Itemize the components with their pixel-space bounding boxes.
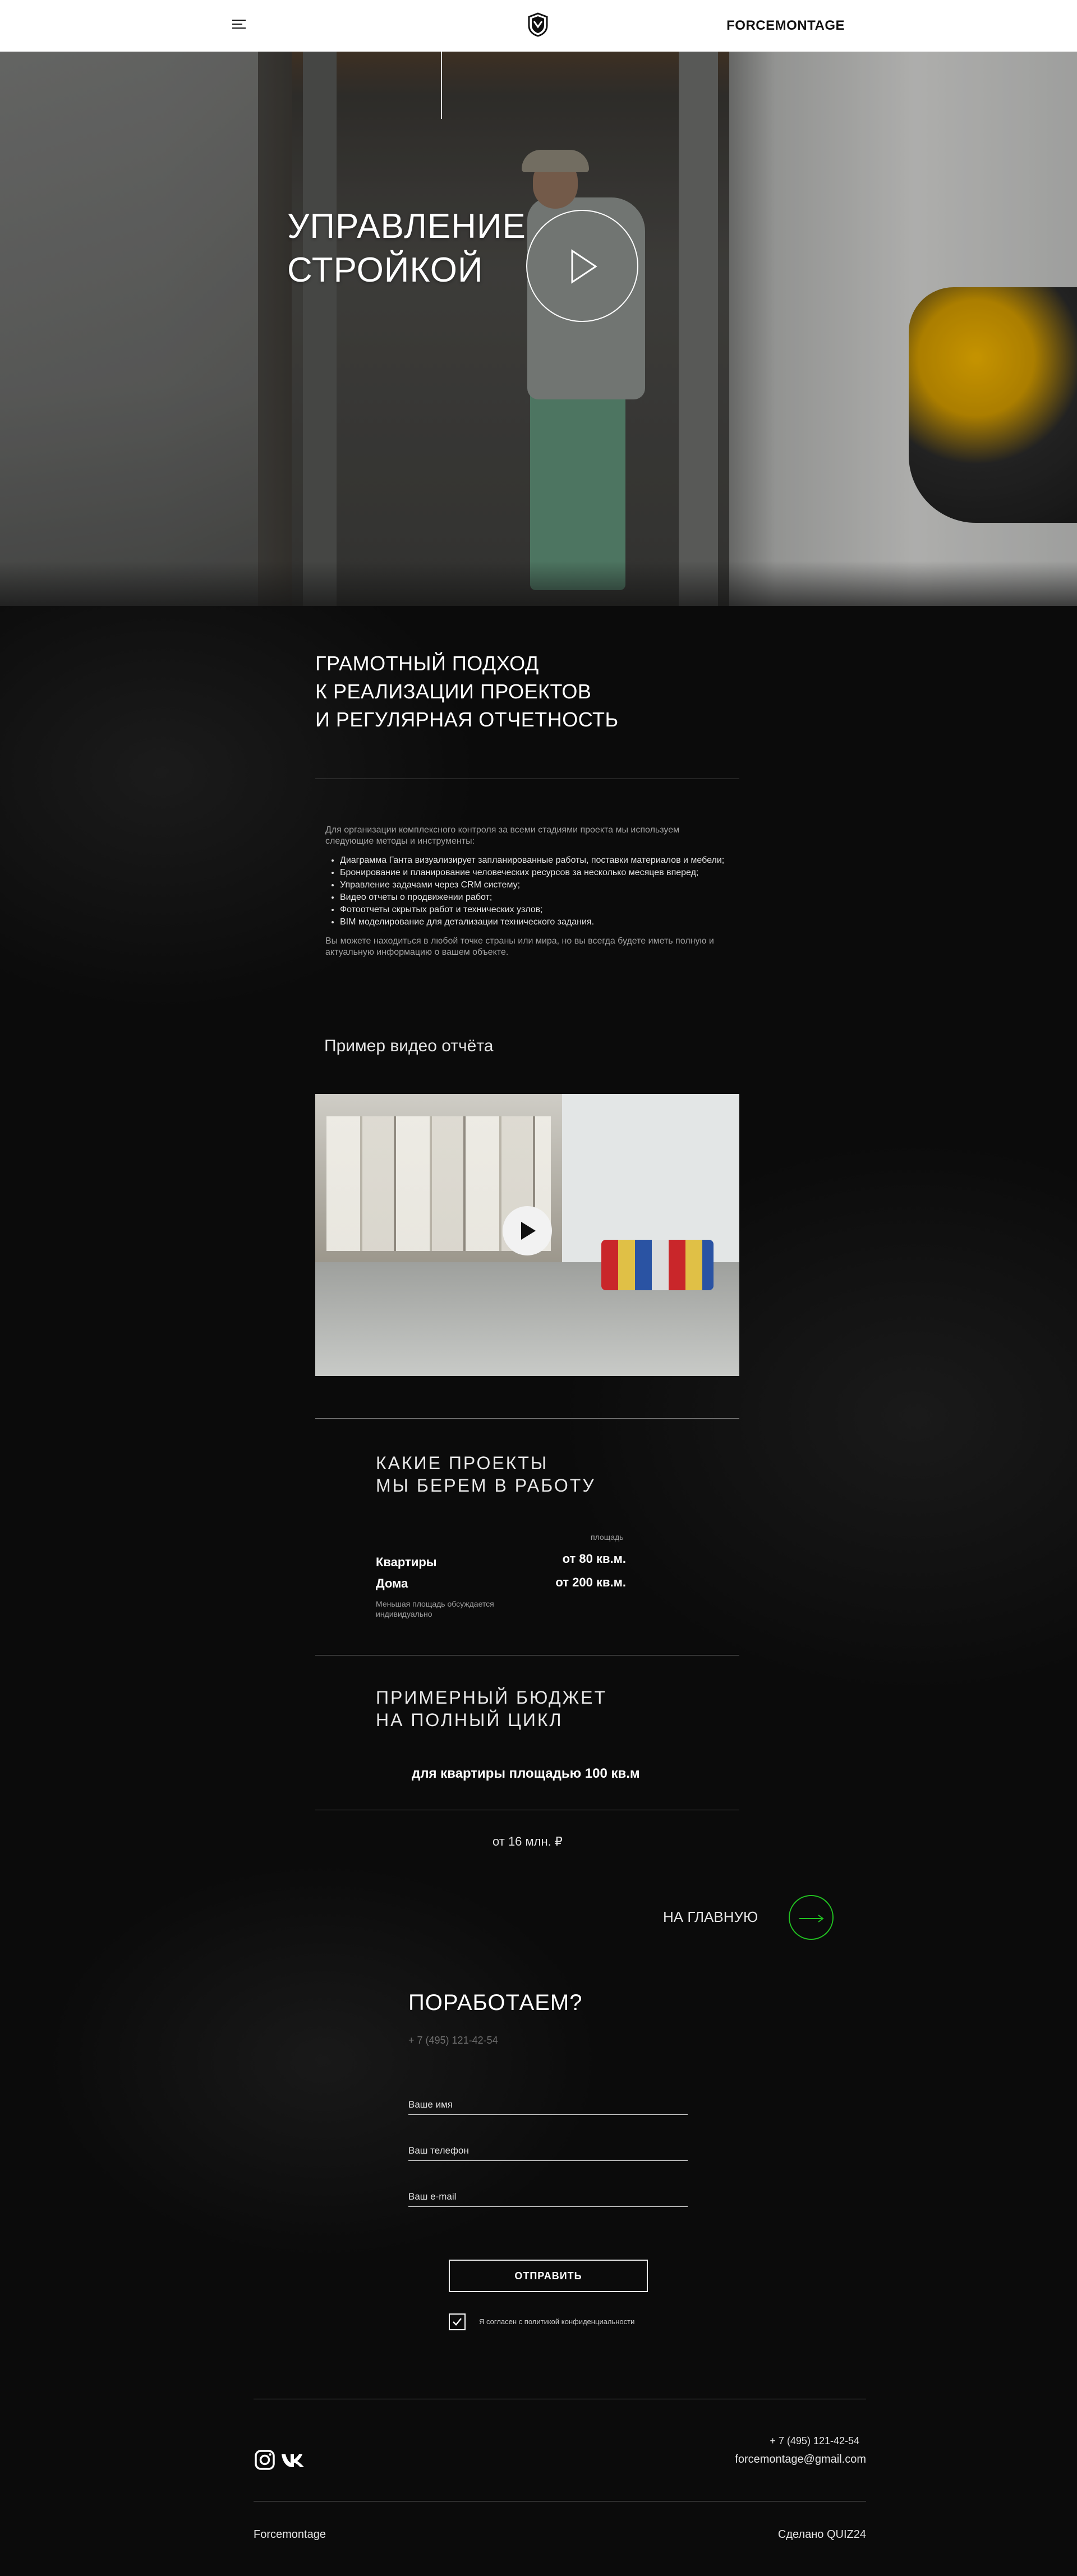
contact-form-title: ПОРАБОТАЕМ? bbox=[408, 1990, 583, 2015]
approach-intro: Для организации комплексного контроля за… bbox=[325, 825, 680, 846]
hero-title: УПРАВЛЕНИЕ СТРОЙКОЙ bbox=[287, 205, 526, 292]
budget-title-line2: НА ПОЛНЫЙ ЦИКЛ bbox=[376, 1710, 563, 1730]
phone-field-wrap bbox=[408, 2134, 688, 2161]
site-header: FORCEMONTAGE bbox=[0, 0, 1077, 52]
instagram-icon[interactable] bbox=[254, 2449, 276, 2471]
projects-title-line2: МЫ БЕРЕМ В РАБОТУ bbox=[376, 1475, 596, 1496]
approach-list: Диаграмма Ганта визуализирует запланиров… bbox=[340, 855, 729, 928]
approach-title: ГРАМОТНЫЙ ПОДХОД К РЕАЛИЗАЦИИ ПРОЕКТОВ И… bbox=[315, 650, 619, 734]
approach-title-line3: И РЕГУЛЯРНАЯ ОТЧЕТНОСТЬ bbox=[315, 708, 619, 731]
submit-button[interactable]: ОТПРАВИТЬ bbox=[449, 2260, 648, 2292]
area-note: Меньшая площадь обсуждается индивидуальн… bbox=[376, 1599, 494, 1618]
consent-checkbox[interactable] bbox=[449, 2313, 466, 2330]
hero-play-button[interactable] bbox=[526, 210, 638, 322]
vk-icon[interactable] bbox=[280, 2449, 306, 2471]
project-area-value: от 80 кв.м. bbox=[562, 1552, 626, 1566]
approach-title-line1: ГРАМОТНЫЙ ПОДХОД bbox=[315, 652, 539, 675]
project-type-label: Дома bbox=[376, 1576, 408, 1590]
approach-description: Для организации комплексного контроля за… bbox=[325, 825, 729, 958]
made-by-link[interactable]: Сделано QUIZ24 bbox=[778, 2528, 866, 2541]
home-button[interactable] bbox=[789, 1895, 834, 1940]
shield-logo-icon[interactable] bbox=[527, 12, 549, 37]
approach-outro: Вы можете находиться в любой точке стран… bbox=[325, 936, 714, 957]
hero-title-line2: СТРОЙКОЙ bbox=[287, 251, 484, 289]
home-link[interactable]: НА ГЛАВНУЮ bbox=[663, 1908, 758, 1926]
list-item: Бронирование и планирование человеческих… bbox=[340, 867, 729, 878]
hamburger-menu-icon[interactable] bbox=[232, 20, 246, 31]
footer-phone[interactable]: + 7 (495) 121-42-54 bbox=[770, 2435, 859, 2447]
email-field[interactable] bbox=[408, 2180, 688, 2206]
footer-email[interactable]: forcemontage@gmail.com bbox=[735, 2453, 866, 2466]
video-play-button[interactable] bbox=[503, 1206, 552, 1255]
name-field-wrap bbox=[408, 2088, 688, 2115]
play-icon bbox=[571, 249, 597, 284]
budget-value: от 16 млн. ₽ bbox=[493, 1834, 563, 1848]
footer-company: Forcemontage bbox=[254, 2528, 326, 2541]
video-sample-title: Пример видео отчёта bbox=[324, 1037, 494, 1055]
list-item: Управление задачами через CRM систему; bbox=[340, 880, 729, 891]
phone-field[interactable] bbox=[408, 2134, 688, 2160]
list-item: BIM моделирование для детализации технич… bbox=[340, 917, 729, 928]
list-item: Фотоотчеты скрытых работ и технических у… bbox=[340, 904, 729, 916]
arrow-right-icon bbox=[799, 1915, 824, 1922]
project-area-value: от 200 кв.м. bbox=[555, 1575, 626, 1589]
play-icon bbox=[521, 1222, 536, 1240]
checkmark-icon bbox=[453, 2318, 462, 2326]
project-type-label: Квартиры bbox=[376, 1555, 437, 1569]
hero-section bbox=[0, 52, 1077, 606]
hero-divider bbox=[441, 52, 442, 119]
video-report-player[interactable] bbox=[315, 1094, 739, 1376]
contact-phone[interactable]: + 7 (495) 121-42-54 bbox=[408, 2035, 498, 2046]
budget-title-line1: ПРИМЕРНЫЙ БЮДЖЕТ bbox=[376, 1687, 607, 1708]
area-column-header: площадь bbox=[591, 1533, 624, 1542]
consent-label[interactable]: Я согласен с политикой конфиденциальност… bbox=[479, 2317, 634, 2326]
list-item: Диаграмма Ганта визуализирует запланиров… bbox=[340, 855, 729, 866]
budget-subtitle: для квартиры площадью 100 кв.м bbox=[412, 1766, 640, 1781]
list-item: Видео отчеты о продвижении работ; bbox=[340, 892, 729, 903]
name-field[interactable] bbox=[408, 2088, 688, 2114]
budget-title: ПРИМЕРНЫЙ БЮДЖЕТ НА ПОЛНЫЙ ЦИКЛ bbox=[376, 1686, 607, 1731]
hero-title-line1: УПРАВЛЕНИЕ bbox=[287, 207, 526, 246]
brand-name[interactable]: FORCEMONTAGE bbox=[726, 18, 845, 34]
approach-title-line2: К РЕАЛИЗАЦИИ ПРОЕКТОВ bbox=[315, 680, 592, 703]
projects-title: КАКИЕ ПРОЕКТЫ МЫ БЕРЕМ В РАБОТУ bbox=[376, 1452, 596, 1497]
email-field-wrap bbox=[408, 2180, 688, 2207]
projects-title-line1: КАКИЕ ПРОЕКТЫ bbox=[376, 1453, 549, 1473]
divider bbox=[315, 1418, 739, 1419]
